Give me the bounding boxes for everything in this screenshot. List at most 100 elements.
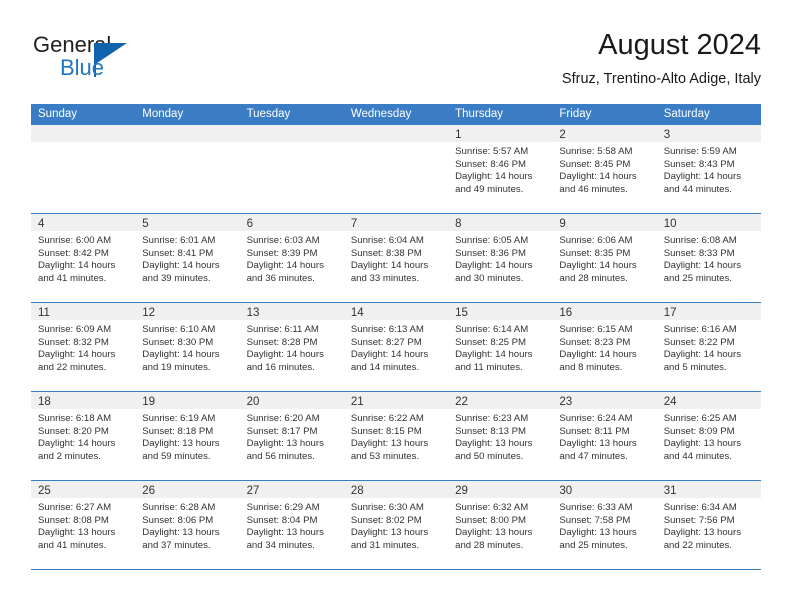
daylight-line-2: and 25 minutes. (559, 539, 628, 551)
day-cell[interactable]: 3 Sunrise: 5:59 AM Sunset: 8:43 PM Dayli… (656, 125, 761, 213)
day-number: 21 (350, 396, 364, 408)
sunrise-line: Sunrise: 6:15 AM (559, 324, 633, 335)
sunrise-line: Sunrise: 6:25 AM (663, 413, 737, 424)
day-cell[interactable]: 18 Sunrise: 6:18 AM Sunset: 8:20 PM Dayl… (31, 392, 136, 480)
day-info: Sunrise: 6:01 AM Sunset: 8:41 PM Dayligh… (135, 231, 239, 285)
daylight-line-1: Daylight: 14 hours (559, 171, 637, 183)
daylight-line-1: Daylight: 14 hours (142, 260, 220, 272)
daylight-line-1: Daylight: 13 hours (455, 527, 533, 539)
day-cell[interactable]: 20 Sunrise: 6:20 AM Sunset: 8:17 PM Dayl… (239, 392, 344, 480)
day-cell[interactable]: 2 Sunrise: 5:58 AM Sunset: 8:45 PM Dayli… (552, 125, 657, 213)
day-cell[interactable]: 8 Sunrise: 6:05 AM Sunset: 8:36 PM Dayli… (448, 214, 553, 302)
day-number: 1 (455, 129, 462, 141)
day-number-strip (239, 125, 344, 142)
daylight-line-1: Daylight: 14 hours (663, 349, 742, 361)
daylight-line-2: and 37 minutes. (142, 539, 211, 551)
page-header: General Blue August 2024 Sfruz, Trentino… (33, 28, 761, 98)
day-info: Sunrise: 6:03 AM Sunset: 8:39 PM Dayligh… (240, 231, 344, 285)
daylight-line-2: and 50 minutes. (455, 450, 524, 462)
day-number: 13 (246, 307, 260, 319)
general-blue-logo[interactable]: General Blue (33, 32, 213, 90)
page-subtitle: Sfruz, Trentino-Alto Adige, Italy (561, 71, 761, 87)
day-number: 14 (350, 307, 364, 319)
day-cell[interactable]: 7 Sunrise: 6:04 AM Sunset: 8:38 PM Dayli… (343, 214, 449, 302)
day-cell[interactable]: 1 Sunrise: 5:57 AM Sunset: 8:46 PM Dayli… (448, 125, 553, 213)
day-number: 28 (350, 485, 364, 497)
sunset-line: Sunset: 8:39 PM (246, 247, 318, 259)
day-number-strip: 20 (239, 392, 344, 409)
weekday-header-friday: Friday (559, 108, 592, 120)
daylight-line-1: Daylight: 14 hours (246, 349, 324, 361)
day-cell[interactable]: 12 Sunrise: 6:10 AM Sunset: 8:30 PM Dayl… (135, 303, 240, 391)
day-cell[interactable]: 14 Sunrise: 6:13 AM Sunset: 8:27 PM Dayl… (343, 303, 449, 391)
daylight-line-1: Daylight: 14 hours (142, 349, 220, 361)
sunrise-line: Sunrise: 6:03 AM (246, 235, 320, 246)
sunrise-line: Sunrise: 6:33 AM (559, 502, 633, 513)
day-cell[interactable]: 9 Sunrise: 6:06 AM Sunset: 8:35 PM Dayli… (552, 214, 657, 302)
daylight-line-2: and 19 minutes. (142, 361, 211, 373)
day-cell[interactable]: 22 Sunrise: 6:23 AM Sunset: 8:13 PM Dayl… (448, 392, 553, 480)
day-cell[interactable]: 10 Sunrise: 6:08 AM Sunset: 8:33 PM Dayl… (656, 214, 761, 302)
day-number: 31 (663, 485, 677, 497)
day-number-strip: 22 (448, 392, 553, 409)
daylight-line-2: and 47 minutes. (559, 450, 628, 462)
day-info: Sunrise: 6:22 AM Sunset: 8:15 PM Dayligh… (344, 409, 448, 463)
day-cell[interactable]: 27 Sunrise: 6:29 AM Sunset: 8:04 PM Dayl… (239, 481, 344, 569)
sunrise-line: Sunrise: 6:28 AM (142, 502, 216, 513)
day-cell-empty (31, 125, 136, 213)
day-cell[interactable]: 30 Sunrise: 6:33 AM Sunset: 7:58 PM Dayl… (552, 481, 657, 569)
day-cell[interactable]: 5 Sunrise: 6:01 AM Sunset: 8:41 PM Dayli… (135, 214, 240, 302)
day-cell[interactable]: 26 Sunrise: 6:28 AM Sunset: 8:06 PM Dayl… (135, 481, 240, 569)
day-info: Sunrise: 6:28 AM Sunset: 8:06 PM Dayligh… (135, 498, 239, 552)
logo-text-blue: Blue (60, 55, 105, 80)
sunset-line: Sunset: 8:18 PM (142, 425, 214, 437)
day-number: 8 (455, 218, 462, 230)
daylight-line-2: and 59 minutes. (142, 450, 211, 462)
day-cell[interactable]: 17 Sunrise: 6:16 AM Sunset: 8:22 PM Dayl… (656, 303, 761, 391)
day-number: 22 (455, 396, 468, 408)
day-info: Sunrise: 6:04 AM Sunset: 8:38 PM Dayligh… (344, 231, 448, 285)
day-cell[interactable]: 19 Sunrise: 6:19 AM Sunset: 8:18 PM Dayl… (135, 392, 240, 480)
day-cell[interactable]: 11 Sunrise: 6:09 AM Sunset: 8:32 PM Dayl… (31, 303, 136, 391)
sunrise-line: Sunrise: 6:18 AM (38, 413, 112, 424)
day-number-strip: 9 (552, 214, 657, 231)
sunset-line: Sunset: 8:15 PM (350, 425, 422, 437)
day-number-strip: 3 (656, 125, 761, 142)
day-number: 20 (246, 396, 260, 408)
calendar-week-row: 1 Sunrise: 5:57 AM Sunset: 8:46 PM Dayli… (31, 125, 761, 213)
day-cell[interactable]: 21 Sunrise: 6:22 AM Sunset: 8:15 PM Dayl… (343, 392, 449, 480)
day-cell[interactable]: 4 Sunrise: 6:00 AM Sunset: 8:42 PM Dayli… (31, 214, 136, 302)
day-number: 29 (455, 485, 468, 497)
sunset-line: Sunset: 8:45 PM (559, 158, 631, 170)
daylight-line-2: and 41 minutes. (38, 272, 107, 284)
day-info: Sunrise: 6:18 AM Sunset: 8:20 PM Dayligh… (31, 409, 135, 463)
daylight-line-1: Daylight: 14 hours (38, 438, 116, 450)
day-cell[interactable]: 25 Sunrise: 6:27 AM Sunset: 8:08 PM Dayl… (31, 481, 136, 569)
daylight-line-2: and 56 minutes. (246, 450, 315, 462)
sunset-line: Sunset: 8:20 PM (38, 425, 109, 437)
day-cell[interactable]: 13 Sunrise: 6:11 AM Sunset: 8:28 PM Dayl… (239, 303, 344, 391)
daylight-line-2: and 36 minutes. (246, 272, 315, 284)
day-number-strip (31, 125, 136, 142)
sunrise-line: Sunrise: 6:00 AM (38, 235, 112, 246)
day-cell[interactable]: 28 Sunrise: 6:30 AM Sunset: 8:02 PM Dayl… (343, 481, 449, 569)
day-number-strip: 5 (135, 214, 240, 231)
day-cell[interactable]: 16 Sunrise: 6:15 AM Sunset: 8:23 PM Dayl… (552, 303, 657, 391)
daylight-line-1: Daylight: 14 hours (559, 260, 637, 272)
daylight-line-1: Daylight: 13 hours (350, 438, 429, 450)
daylight-line-2: and 53 minutes. (350, 450, 420, 462)
day-info: Sunrise: 6:09 AM Sunset: 8:32 PM Dayligh… (31, 320, 135, 374)
daylight-line-2: and 49 minutes. (455, 183, 524, 195)
daylight-line-1: Daylight: 14 hours (38, 349, 116, 361)
sunset-line: Sunset: 8:28 PM (246, 336, 318, 348)
day-number: 6 (246, 218, 253, 230)
day-cell[interactable]: 31 Sunrise: 6:34 AM Sunset: 7:56 PM Dayl… (656, 481, 761, 569)
day-number-strip: 17 (656, 303, 761, 320)
day-cell[interactable]: 29 Sunrise: 6:32 AM Sunset: 8:00 PM Dayl… (448, 481, 553, 569)
sunset-line: Sunset: 8:43 PM (663, 158, 735, 170)
day-cell[interactable]: 15 Sunrise: 6:14 AM Sunset: 8:25 PM Dayl… (448, 303, 553, 391)
day-cell[interactable]: 6 Sunrise: 6:03 AM Sunset: 8:39 PM Dayli… (239, 214, 344, 302)
day-cell[interactable]: 23 Sunrise: 6:24 AM Sunset: 8:11 PM Dayl… (552, 392, 657, 480)
day-cell[interactable]: 24 Sunrise: 6:25 AM Sunset: 8:09 PM Dayl… (656, 392, 761, 480)
day-info: Sunrise: 6:24 AM Sunset: 8:11 PM Dayligh… (552, 409, 656, 463)
